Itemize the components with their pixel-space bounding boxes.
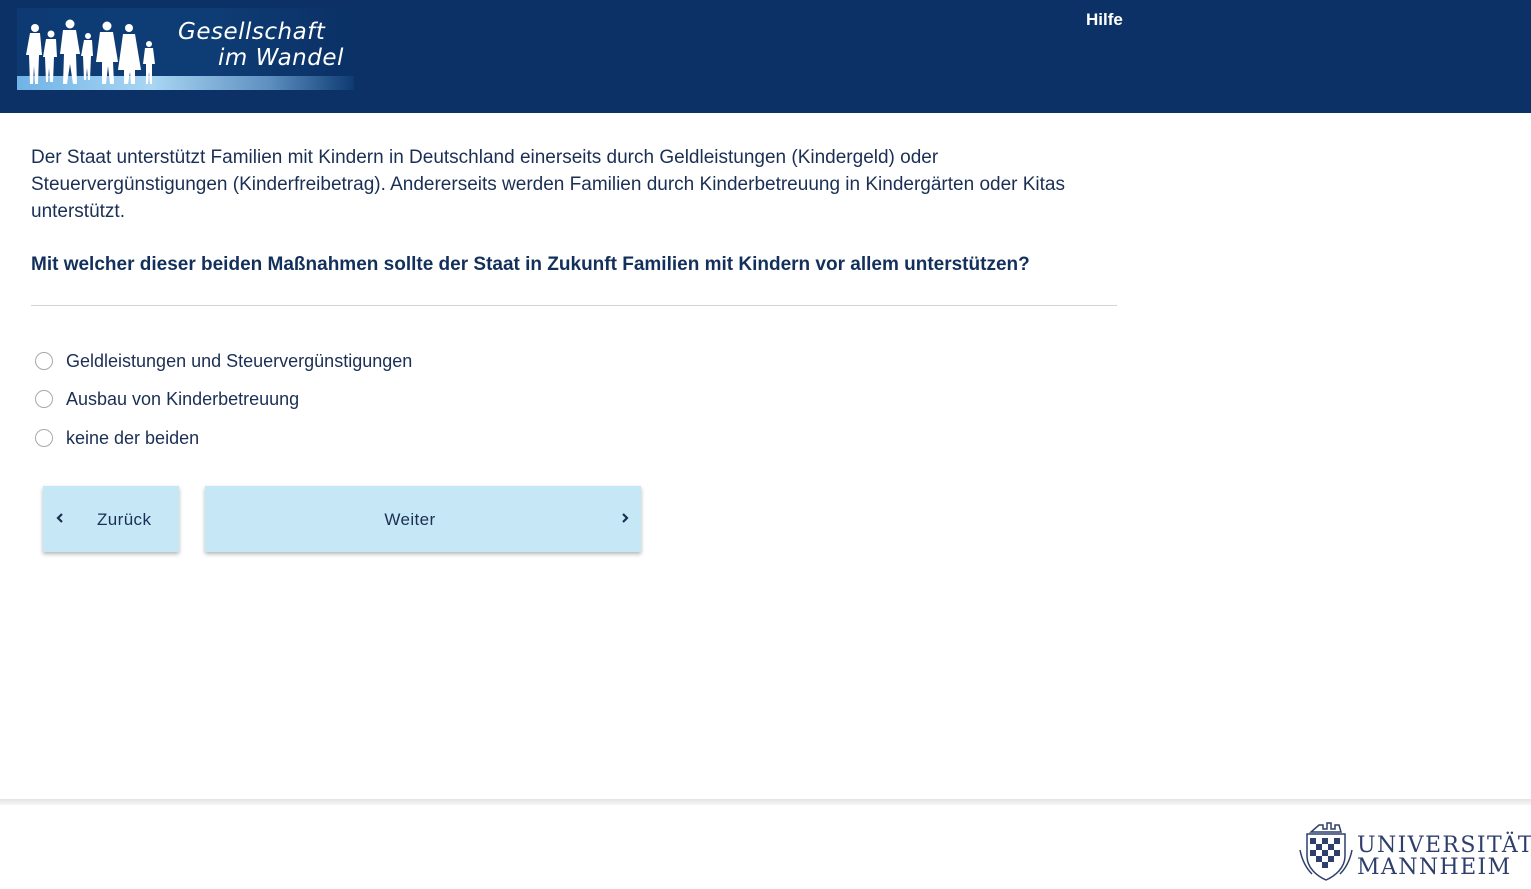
next-button[interactable]: Weiter [205, 486, 641, 552]
question-intro-text: Der Staat unterstützt Familien mit Kinde… [31, 147, 1065, 222]
back-button-label: Zurück [97, 510, 152, 529]
answer-option-label: Ausbau von Kinderbetreuung [66, 388, 300, 409]
gesellschaft-im-wandel-logo: Gesellschaft im Wandel [17, 8, 354, 90]
question-text: Mit welcher dieser beiden Maßnahmen soll… [31, 254, 1030, 275]
radio-button[interactable] [35, 429, 53, 447]
next-button-label: Weiter [384, 510, 436, 529]
answer-option-1[interactable]: Geldleistungen und Steuervergünstigungen [35, 350, 412, 372]
answer-option-3[interactable]: keine der beiden [35, 427, 199, 449]
back-button[interactable]: Zurück [43, 486, 179, 552]
header: Gesellschaft im Wandel Hilfe [0, 0, 1531, 113]
divider [31, 305, 1117, 306]
university-crest-icon [1299, 822, 1353, 881]
answer-option-label: keine der beiden [66, 427, 200, 448]
family-silhouettes-icon [26, 19, 155, 84]
chevron-left-icon [56, 513, 63, 523]
radio-button[interactable] [35, 390, 53, 408]
radio-button[interactable] [35, 352, 53, 370]
answer-option-label: Geldleistungen und Steuervergünstigungen [66, 350, 413, 371]
logo-text-line2: im Wandel [218, 45, 344, 71]
logo-text-line1: Gesellschaft [178, 19, 326, 45]
chevron-right-icon [622, 513, 629, 523]
footer-divider [0, 799, 1531, 805]
help-link[interactable]: Hilfe [1086, 10, 1123, 30]
answer-option-2[interactable]: Ausbau von Kinderbetreuung [35, 388, 299, 410]
university-name-line2: MANNHEIM [1357, 855, 1512, 880]
university-name-line1: UNIVERSITÄT [1357, 833, 1531, 858]
